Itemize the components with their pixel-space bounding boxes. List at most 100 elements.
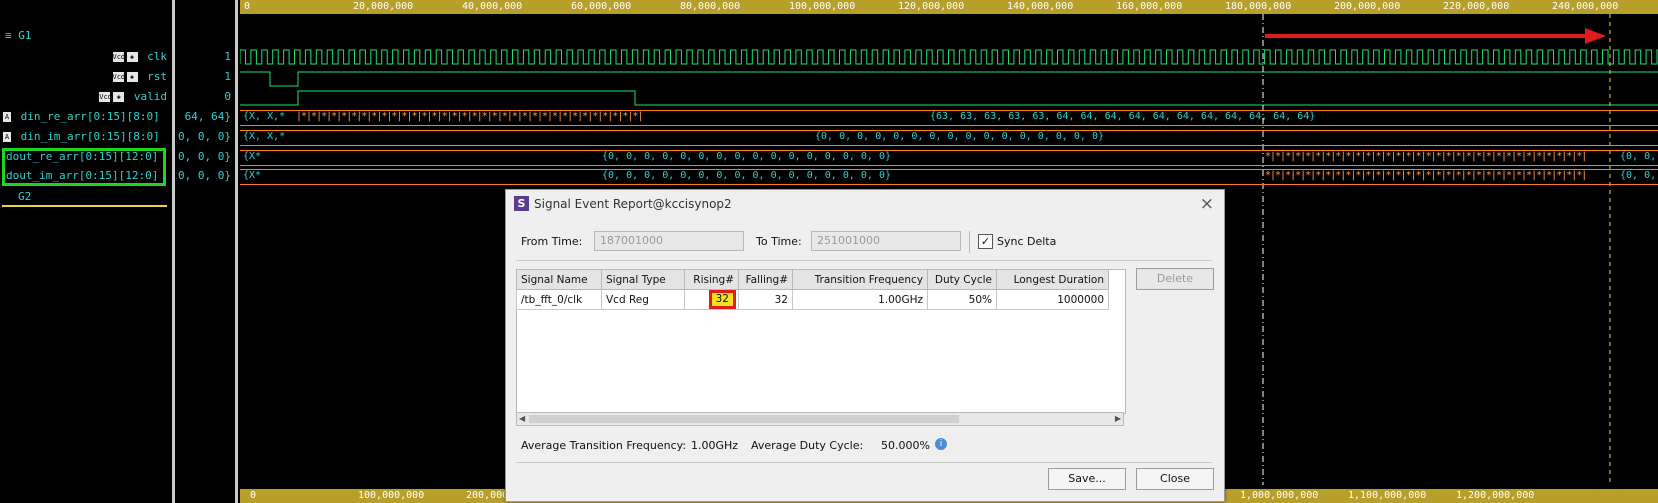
dout-im-start-text: {X*: [243, 170, 262, 181]
rst-waveform: [240, 71, 1658, 87]
red-arrow-head-icon: [1585, 28, 1606, 44]
to-time-field[interactable]: [811, 231, 961, 251]
signal-name-panel: ≡ G1 Vcd ◈ clk Vcd ◈ rst Vcd ◈ valid A din_…: [0, 0, 172, 503]
cell-duty-cycle: 50%: [927, 289, 997, 310]
ruler-tick: 120,000,000: [898, 1, 965, 12]
dout-re-start-text: {X*: [243, 151, 262, 162]
array-icon: A: [3, 112, 11, 122]
value-valid: 0: [224, 90, 231, 103]
sync-delta-label: Sync Delta: [997, 235, 1057, 248]
scroll-right-icon[interactable]: ▶: [1115, 413, 1121, 425]
ruler-tick: 140,000,000: [1007, 1, 1074, 12]
from-time-field[interactable]: [594, 231, 744, 251]
signal-value-panel: 1 1 0 64, 64} 0, 0, 0} 0, 0, 0} 0, 0, 0}: [176, 0, 234, 503]
divider: [516, 462, 1212, 463]
vcd-badge-icon: Vcd: [112, 72, 126, 82]
info-icon[interactable]: i: [935, 438, 947, 450]
cell-signal-name: /tb_fft_0/clk: [516, 289, 602, 310]
col-longest-duration[interactable]: Longest Duration: [996, 269, 1109, 290]
signal-type-icon: ◈: [126, 72, 138, 82]
dout-im-glitches: *|*|*|*|*|*|*|*|*|*|*|*|*|*|*|*|*|*|*|*|…: [1265, 170, 1587, 181]
ruler-tick: 40,000,000: [462, 1, 523, 12]
value-clk: 1: [224, 50, 231, 63]
group-g2-label[interactable]: G2: [18, 190, 31, 203]
signal-event-report-dialog: S Signal Event Report@kccisynop2 × From …: [505, 189, 1225, 502]
value-dout-im: 0, 0, 0}: [178, 169, 231, 182]
group-g1-text: G1: [18, 29, 32, 42]
ruler-tick: 100,000,000: [358, 490, 425, 501]
value-dout-re: 0, 0, 0}: [178, 150, 231, 163]
col-transition-frequency[interactable]: Transition Frequency: [792, 269, 928, 290]
ruler-tick: 200,000,000: [1334, 1, 1401, 12]
close-button[interactable]: Close: [1136, 468, 1214, 490]
avg-duty-value: 50.000%: [881, 439, 930, 452]
cell-falling: 32: [738, 289, 793, 310]
event-table: Signal Name Signal Type Rising# Falling#…: [516, 269, 1109, 310]
save-button[interactable]: Save...: [1048, 468, 1126, 490]
cell-longest-duration: 1000000: [996, 289, 1109, 310]
group-g2-text: G2: [18, 190, 32, 203]
col-signal-type[interactable]: Signal Type: [601, 269, 685, 290]
col-signal-name[interactable]: Signal Name: [516, 269, 602, 290]
col-duty-cycle[interactable]: Duty Cycle: [927, 269, 997, 290]
signal-valid-label: valid: [133, 90, 167, 103]
ruler-tick: 80,000,000: [680, 1, 741, 12]
col-falling[interactable]: Falling#: [738, 269, 793, 290]
sync-delta-checkbox[interactable]: ✓: [978, 234, 993, 249]
dout-re-end-text: {0, 0,: [1620, 151, 1657, 162]
dout-im-end-text: {0, 0,: [1620, 170, 1657, 181]
close-icon[interactable]: ×: [1200, 190, 1214, 218]
ruler-tick: 0: [250, 490, 257, 501]
delete-button[interactable]: Delete: [1136, 268, 1214, 290]
cell-rising: 32: [684, 289, 739, 310]
insertion-marker: [2, 205, 167, 207]
signal-rst[interactable]: Vcd ◈ rst: [112, 70, 167, 84]
panel-splitter[interactable]: [172, 0, 175, 503]
valid-waveform: [240, 90, 1658, 106]
ruler-tick: 100,000,000: [789, 1, 856, 12]
signal-dout-im[interactable]: dout_im_arr[0:15][12:0]: [6, 169, 158, 183]
value-din-re: 64, 64}: [184, 110, 231, 123]
scroll-left-icon[interactable]: ◀: [519, 413, 525, 425]
signal-valid[interactable]: Vcd ◈ valid: [99, 90, 167, 104]
panel-splitter[interactable]: [235, 0, 238, 503]
signal-clk-label: clk: [147, 50, 167, 63]
dout-im-value-text: {0, 0, 0, 0, 0, 0, 0, 0, 0, 0, 0, 0, 0, …: [602, 170, 891, 181]
clk-waveform: [240, 49, 1658, 65]
ruler-tick: 160,000,000: [1116, 1, 1183, 12]
avg-duty-label: Average Duty Cycle:: [751, 439, 864, 452]
table-row[interactable]: /tb_fft_0/clk Vcd Reg 32 32 1.00GHz 50% …: [516, 289, 1109, 310]
ruler-tick: 60,000,000: [571, 1, 632, 12]
avg-frequency-label: Average Transition Frequency:: [521, 439, 687, 452]
table-horizontal-scrollbar[interactable]: ◀ ▶: [516, 412, 1124, 426]
value-din-im: 0, 0, 0}: [178, 130, 231, 143]
signal-dout-re-label: dout_re_arr[0:15][12:0]: [6, 150, 159, 163]
din-re-start-text: {X, X,*: [243, 111, 286, 122]
top-time-ruler[interactable]: 0 20,000,000 40,000,000 60,000,000 80,00…: [240, 0, 1658, 14]
signal-din-re[interactable]: A din_re_arr[0:15][8:0]: [3, 110, 160, 124]
din-im-value-text: {0, 0, 0, 0, 0, 0, 0, 0, 0, 0, 0, 0, 0, …: [815, 131, 1104, 142]
array-icon: A: [3, 132, 11, 142]
ruler-tick: 20,000,000: [353, 1, 414, 12]
signal-din-im[interactable]: A din_im_arr[0:15][8:0]: [3, 130, 160, 144]
vcd-badge-icon: Vcd: [99, 92, 112, 102]
ruler-tick: 1,200,000,000: [1456, 490, 1535, 501]
dialog-title: Signal Event Report@kccisynop2: [534, 197, 732, 211]
value-rst: 1: [224, 70, 231, 83]
din-im-start-text: {X, X,*: [243, 131, 286, 142]
scrollbar-thumb[interactable]: [529, 415, 959, 423]
group-g1-label[interactable]: ≡ G1: [5, 29, 32, 42]
ruler-tick: 1,000,000,000: [1240, 490, 1319, 501]
dialog-titlebar[interactable]: S Signal Event Report@kccisynop2 ×: [506, 190, 1224, 218]
divider: [969, 231, 970, 253]
cell-transition-frequency: 1.00GHz: [792, 289, 928, 310]
cell-signal-type: Vcd Reg: [601, 289, 685, 310]
signal-dout-re[interactable]: dout_re_arr[0:15][12:0]: [6, 150, 158, 164]
ruler-tick: 240,000,000: [1552, 1, 1619, 12]
din-re-glitches: |*|*|*|*|*|*|*|*|*|*|*|*|*|*|*|*|*|*|*|*…: [296, 111, 643, 122]
signal-din-im-label: din_im_arr[0:15][8:0]: [20, 130, 160, 143]
col-rising[interactable]: Rising#: [684, 269, 739, 290]
to-time-label: To Time:: [756, 235, 802, 248]
signal-clk[interactable]: Vcd ◈ clk: [112, 50, 167, 64]
signal-din-re-label: din_re_arr[0:15][8:0]: [20, 110, 160, 123]
